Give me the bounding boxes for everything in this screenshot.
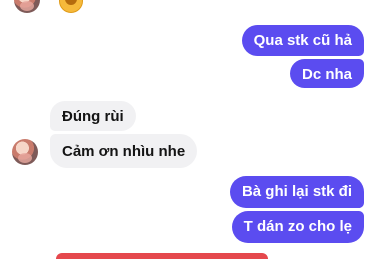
message-bubble-outgoing[interactable]: T dán zo cho lẹ	[231, 211, 364, 243]
message-bubble-incoming[interactable]: Đúng rùi	[50, 101, 136, 131]
message-text: Dc nha	[301, 66, 352, 83]
contact-avatar-top[interactable]	[14, 0, 40, 13]
message-bubble-outgoing[interactable]: Qua stk cũ hả	[241, 25, 364, 56]
message-bubble-outgoing[interactable]: Dc nha	[289, 59, 364, 88]
message-text: Qua stk cũ hả	[253, 32, 352, 49]
chat-thread: Qua stk cũ hả Dc nha Đúng rùi Cảm ơn nhì…	[0, 0, 374, 259]
message-text: Đúng rùi	[62, 108, 124, 125]
message-text: Cảm ơn nhìu nhe	[62, 143, 186, 160]
message-bubble-incoming[interactable]: Cảm ơn nhìu nhe	[50, 134, 198, 168]
contact-avatar[interactable]	[12, 139, 38, 165]
next-message-preview	[56, 253, 268, 259]
message-bubble-outgoing[interactable]: Bà ghi lại stk đi	[229, 176, 364, 208]
message-text: T dán zo cho lẹ	[243, 218, 352, 235]
emoji-reaction-icon	[59, 0, 83, 13]
message-text: Bà ghi lại stk đi	[241, 183, 352, 200]
